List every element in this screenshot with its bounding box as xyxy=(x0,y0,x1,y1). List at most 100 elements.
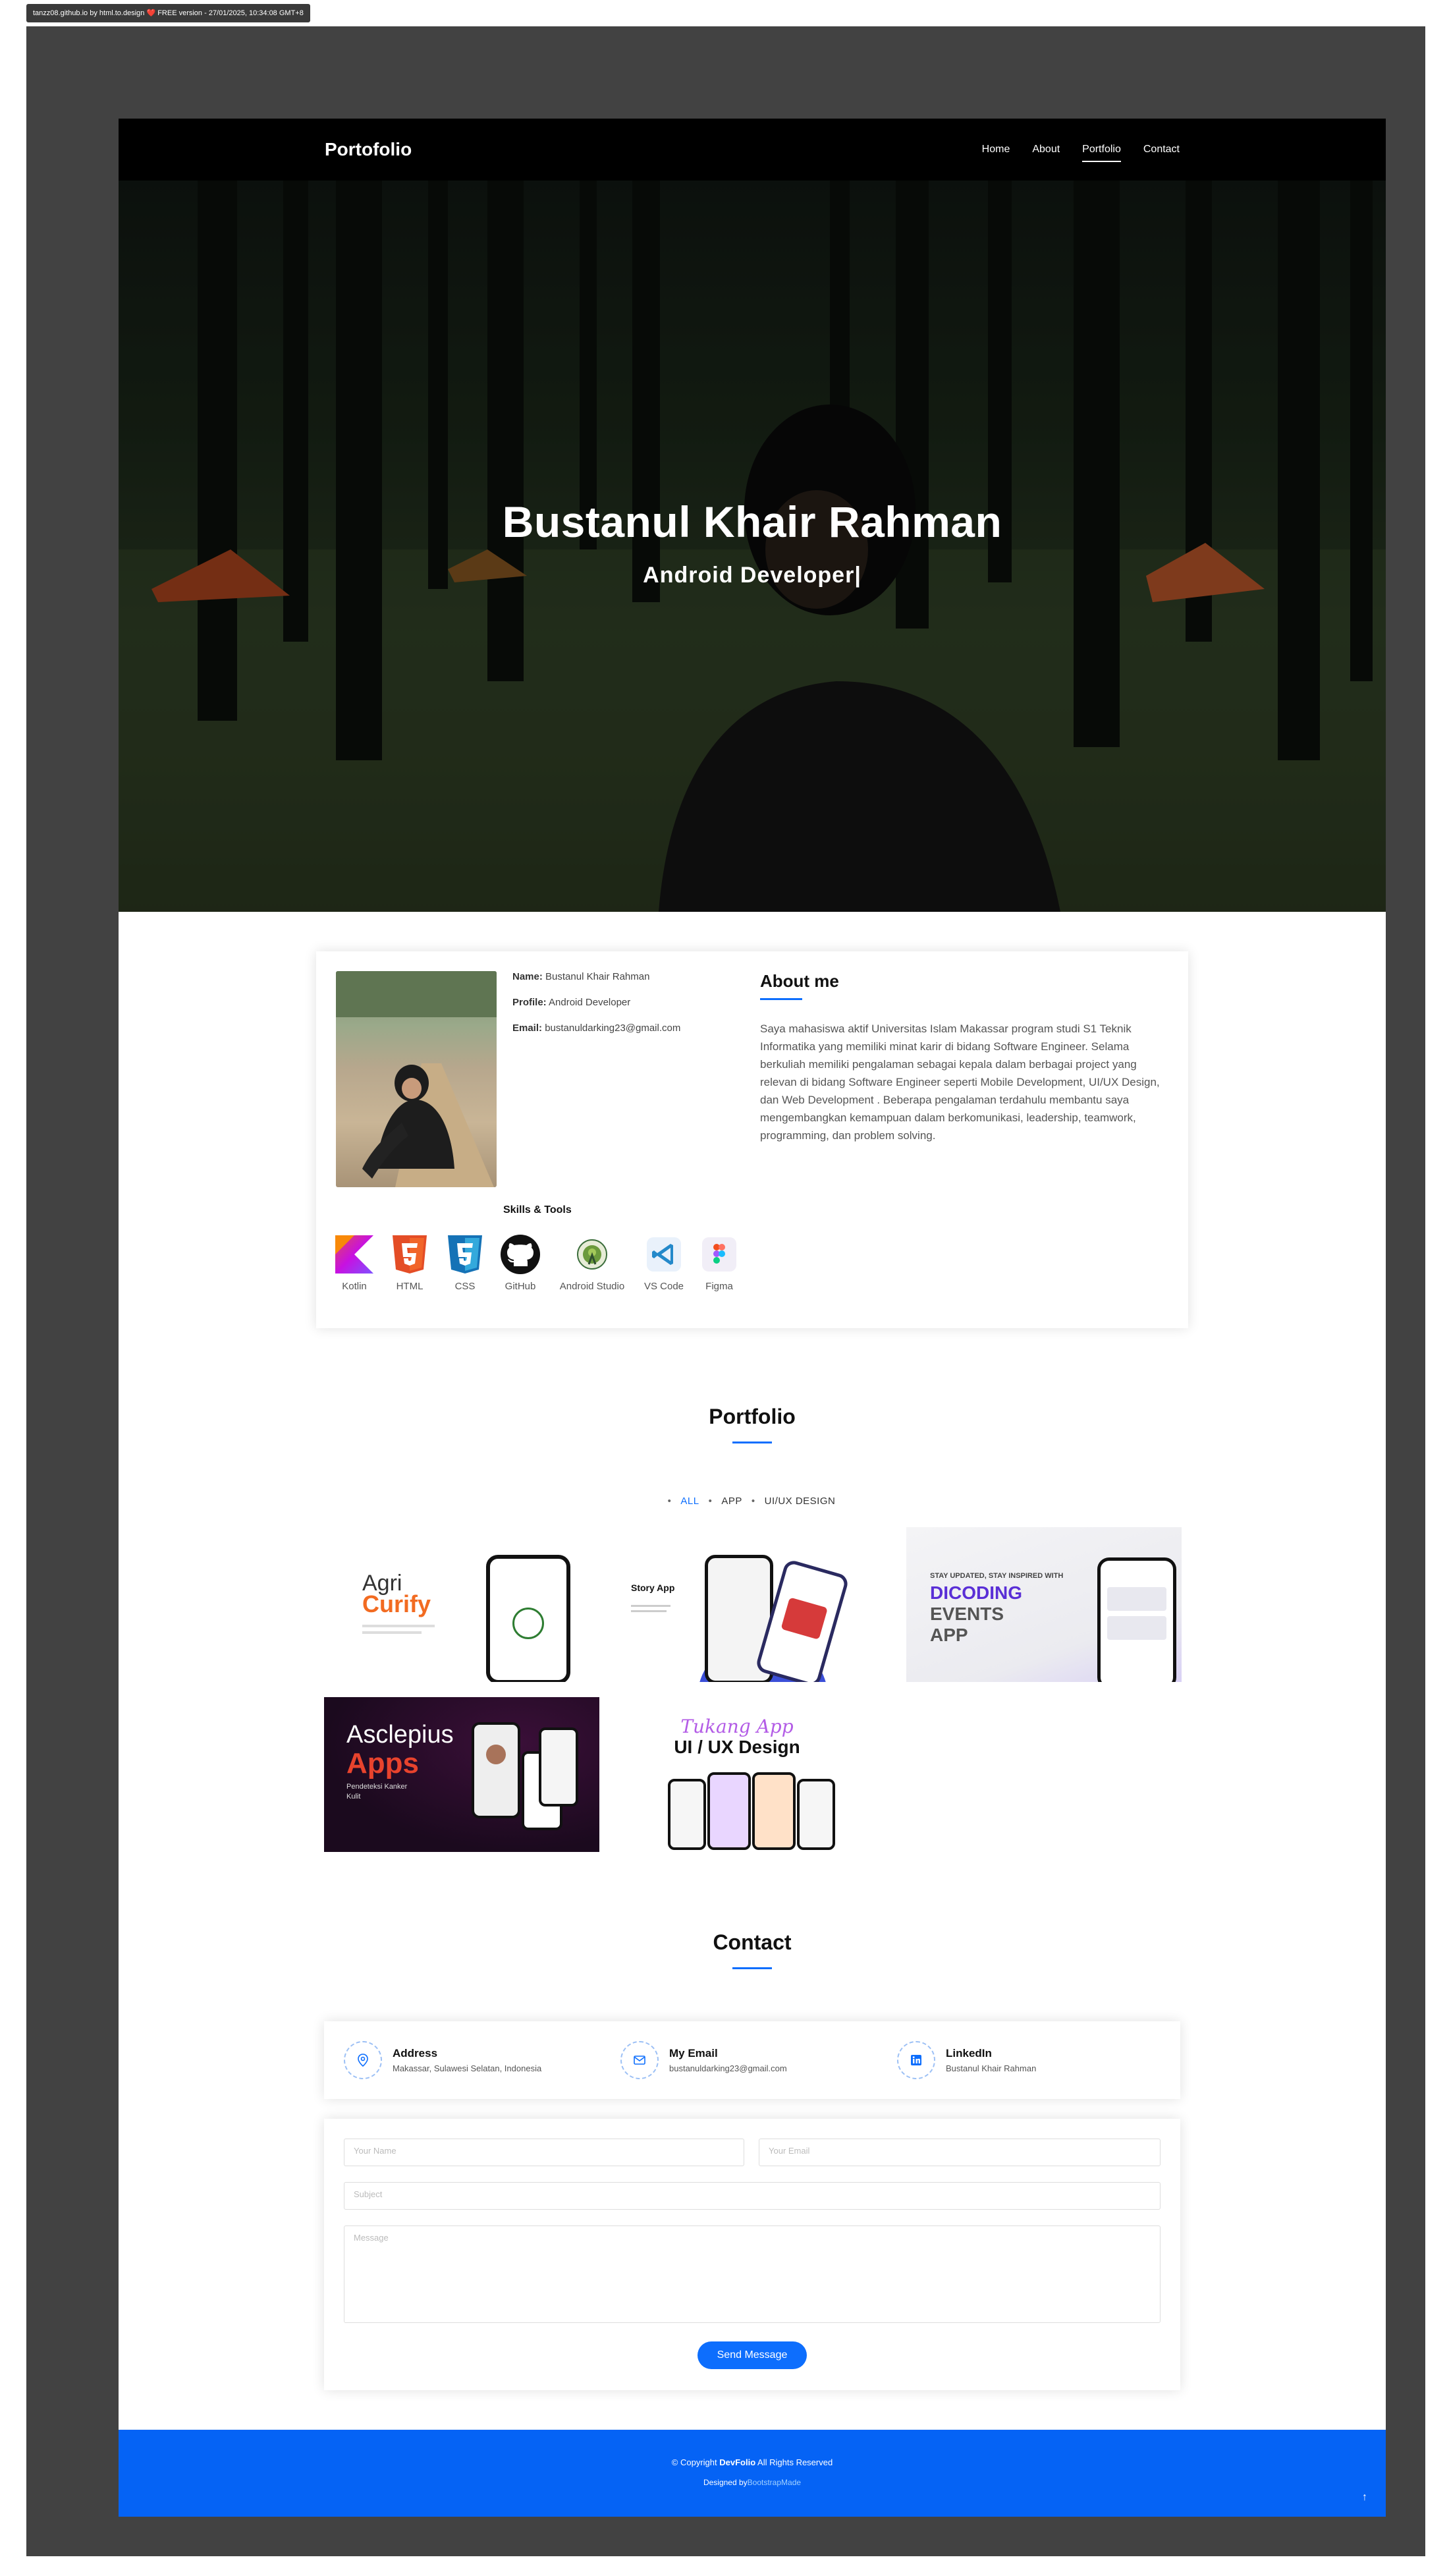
nav-menu: Home About Portfolio Contact xyxy=(982,119,1180,181)
arrow-up-icon[interactable]: ↑ xyxy=(1362,2492,1367,2504)
hero-text: Bustanul Khair Rahman Android Developer| xyxy=(119,497,1386,588)
hero-subtitle: Android Developer| xyxy=(643,563,861,588)
skill-label: CSS xyxy=(454,1281,476,1292)
page: Portofolio Home About Portfolio Contact xyxy=(119,119,1386,2517)
phone-mockup xyxy=(486,1555,570,1682)
phone-mockup xyxy=(668,1779,706,1850)
profile-photo xyxy=(336,971,497,1187)
map-pin-icon xyxy=(344,2041,382,2079)
name-input[interactable]: Your Name xyxy=(344,2139,744,2166)
email-input[interactable]: Your Email xyxy=(759,2139,1161,2166)
phone-mockup xyxy=(707,1772,751,1850)
send-message-button[interactable]: Send Message xyxy=(697,2341,807,2369)
tile-title: UI / UX Design xyxy=(674,1737,800,1757)
tile-title: Story App xyxy=(631,1582,675,1593)
brand-logo[interactable]: Portofolio xyxy=(325,119,412,181)
watermark-bar: tanzz08.github.io by html.to.design ❤️ F… xyxy=(26,4,310,22)
envelope-icon xyxy=(620,2041,659,2079)
message-textarea[interactable]: Message xyxy=(344,2226,1161,2323)
tile-title: DICODING xyxy=(930,1582,1022,1603)
tile-script: Tukang App xyxy=(680,1716,794,1737)
figma-icon xyxy=(699,1235,739,1274)
portfolio-filters: • ALL • APP • UI/UX DESIGN xyxy=(667,1496,836,1507)
skill-html: HTML xyxy=(390,1235,429,1292)
skill-github: GitHub xyxy=(501,1235,540,1292)
phone-mockup xyxy=(539,1727,578,1806)
filter-app[interactable]: APP xyxy=(721,1496,742,1507)
portfolio-item-storyapp[interactable]: Story App xyxy=(599,1527,875,1682)
about-card: Name: Bustanul Khair Rahman Profile: And… xyxy=(316,951,1188,1328)
about-heading: About me xyxy=(760,971,839,991)
contact-address: Address Makassar, Sulawesi Selatan, Indo… xyxy=(344,2041,541,2079)
portfolio-title: Portfolio xyxy=(709,1405,796,1428)
nav-home[interactable]: Home xyxy=(982,140,1010,159)
footer-brand: DevFolio xyxy=(719,2457,756,2467)
skill-vscode: VS Code xyxy=(644,1235,684,1292)
hero-title: Bustanul Khair Rahman xyxy=(502,497,1002,546)
contact-form: Your Name Your Email Subject Message Sen… xyxy=(324,2119,1180,2390)
skill-css: CSS xyxy=(445,1235,485,1292)
contact-email: My Email bustanuldarking23@gmail.com xyxy=(620,2041,787,2079)
footer: © Copyright DevFolio All Rights Reserved… xyxy=(119,2430,1386,2517)
contact-linkedin: LinkedIn Bustanul Khair Rahman xyxy=(897,2041,1036,2079)
footer-copyright: © Copyright DevFolio All Rights Reserved xyxy=(671,2457,833,2467)
page-frame: Portofolio Home About Portfolio Contact xyxy=(26,26,1425,2556)
filter-all[interactable]: ALL xyxy=(680,1496,699,1507)
name-value: Bustanul Khair Rahman xyxy=(545,971,650,982)
skill-kotlin: Kotlin xyxy=(335,1235,374,1292)
phone-mockup xyxy=(752,1772,796,1850)
email-value: bustanuldarking23@gmail.com xyxy=(545,1022,681,1034)
skills-title: Skills & Tools xyxy=(503,1204,572,1216)
subject-input[interactable]: Subject xyxy=(344,2182,1161,2210)
phone-mockup xyxy=(797,1779,835,1850)
tile-title: APP xyxy=(930,1625,968,1645)
profile-value: Android Developer xyxy=(549,997,631,1008)
github-icon xyxy=(501,1235,540,1274)
nav-portfolio[interactable]: Portfolio xyxy=(1082,140,1121,162)
about-me: About me Saya mahasiswa aktif Universita… xyxy=(760,971,1168,1144)
address-value: Makassar, Sulawesi Selatan, Indonesia xyxy=(393,2063,542,2073)
address-title: Address xyxy=(393,2047,438,2059)
footer-credits: Designed byBootstrapMade xyxy=(703,2478,802,2487)
nav-about[interactable]: About xyxy=(1032,140,1060,159)
linkedin-value[interactable]: Bustanul Khair Rahman xyxy=(946,2063,1036,2073)
skill-label: VS Code xyxy=(643,1281,684,1292)
skill-android-studio: Android Studio xyxy=(556,1235,628,1292)
linkedin-title: LinkedIn xyxy=(946,2047,992,2059)
linkedin-icon[interactable] xyxy=(897,2041,935,2079)
email-title: My Email xyxy=(669,2047,718,2059)
bootstrapmade-link[interactable]: BootstrapMade xyxy=(748,2478,801,2487)
portfolio-item-dicoding-events[interactable]: STAY UPDATED, STAY INSPIRED WITH DICODIN… xyxy=(906,1527,1182,1682)
email-label: Email: xyxy=(512,1022,543,1034)
portfolio-item-asclepius[interactable]: Asclepius Apps Pendeteksi Kanker Kulit xyxy=(324,1697,599,1852)
tile-title: Apps xyxy=(346,1747,419,1779)
contact-underline xyxy=(732,1967,772,1969)
filter-uiux[interactable]: UI/UX DESIGN xyxy=(765,1496,836,1507)
phone-mockup xyxy=(472,1722,520,1818)
navbar: Portofolio Home About Portfolio Contact xyxy=(119,119,1386,181)
tile-caption: Kulit xyxy=(346,1793,361,1801)
nav-contact[interactable]: Contact xyxy=(1143,140,1180,159)
email-contact-value[interactable]: bustanuldarking23@gmail.com xyxy=(669,2063,787,2073)
profile-label: Profile: xyxy=(512,997,547,1008)
tile-title: Curify xyxy=(362,1590,431,1617)
phone-mockup xyxy=(1097,1557,1176,1682)
contact-info-card: Address Makassar, Sulawesi Selatan, Indo… xyxy=(324,2021,1180,2099)
portfolio-underline xyxy=(732,1442,772,1443)
html5-icon xyxy=(390,1235,429,1274)
tile-caption: STAY UPDATED, STAY INSPIRED WITH xyxy=(930,1572,1064,1580)
android-studio-icon xyxy=(572,1235,612,1274)
portfolio-item-uiux[interactable]: Tukang App UI / UX Design xyxy=(599,1697,875,1852)
kotlin-icon xyxy=(335,1235,374,1274)
skill-label: GitHub xyxy=(505,1281,536,1292)
tile-title: Asclepius xyxy=(346,1721,454,1749)
contact-title: Contact xyxy=(713,1930,792,1954)
skill-label: Kotlin xyxy=(342,1281,367,1292)
skill-label: Figma xyxy=(705,1281,733,1292)
css3-icon xyxy=(445,1235,485,1274)
portfolio-item-agricurify[interactable]: Agri Curify xyxy=(324,1527,599,1682)
name-label: Name: xyxy=(512,971,543,982)
profile-info: Name: Bustanul Khair Rahman Profile: And… xyxy=(512,971,680,1048)
vscode-icon xyxy=(644,1235,684,1274)
about-underline xyxy=(760,998,802,1000)
